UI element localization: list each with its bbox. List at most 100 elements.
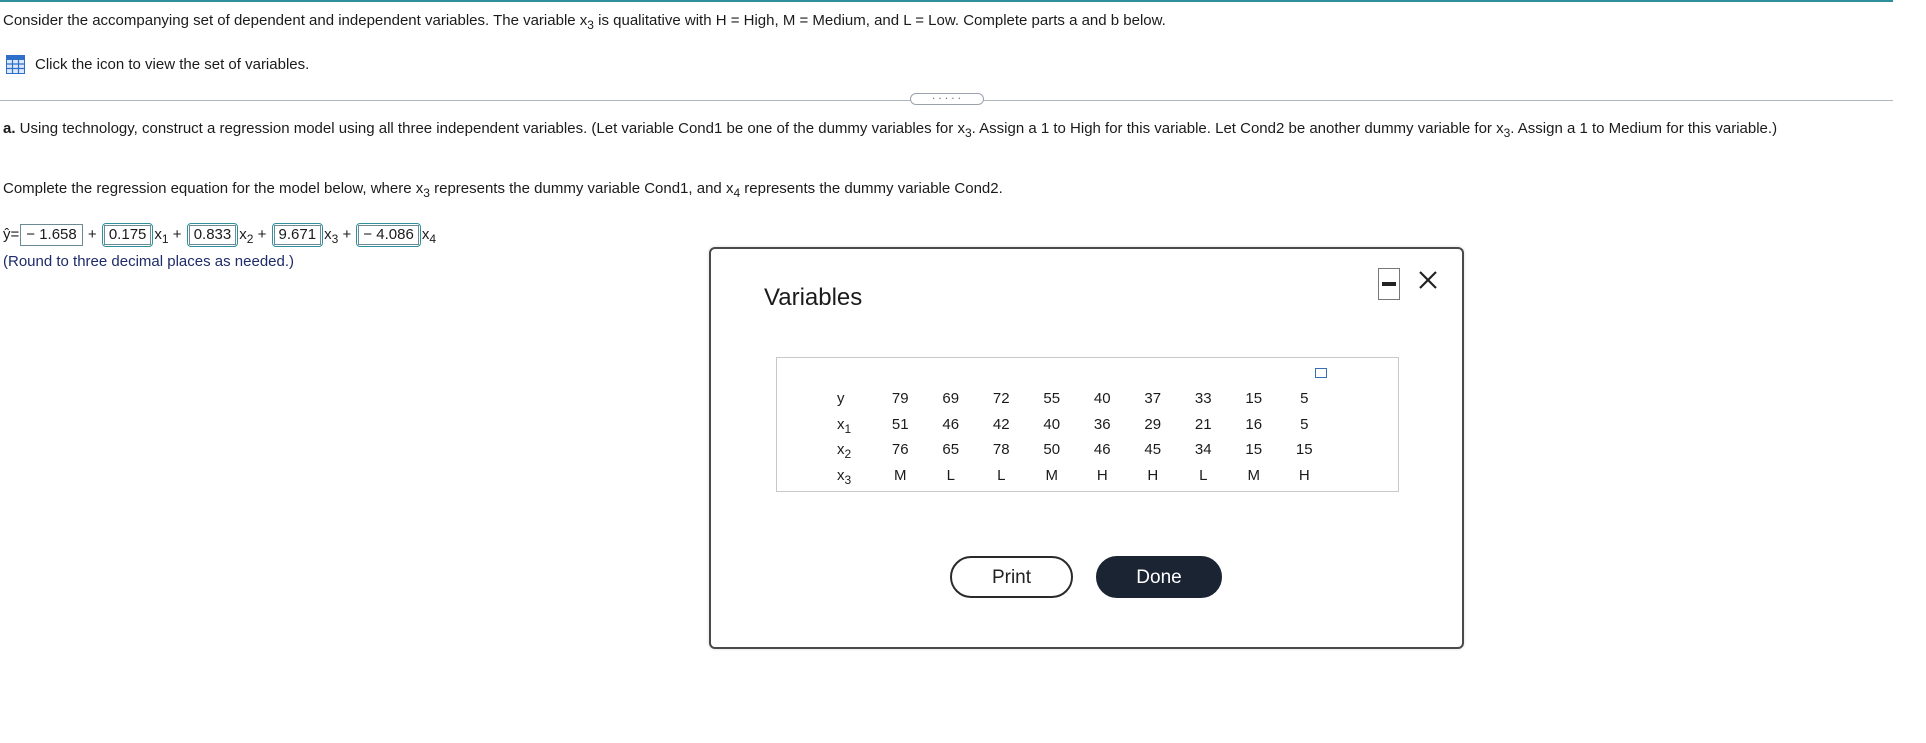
b4-answer-box[interactable]: − 4.086 [356, 223, 421, 247]
table-cell: 50 [1043, 441, 1061, 459]
table-cell: 36 [1093, 415, 1111, 433]
table-cell: 5 [1300, 390, 1309, 408]
table-cell: 69 [942, 390, 960, 408]
b4-value[interactable]: − 4.086 [358, 225, 419, 245]
row-label: y [825, 386, 875, 412]
variables-table-box: y 79 69 72 55 40 37 33 15 5 x1 51 46 42 40 36 29 21 16 5 x2 7… [776, 357, 1399, 492]
b2-answer-box[interactable]: 0.833 [186, 223, 239, 247]
instruction-part: represents the dummy variable Cond2. [740, 180, 1003, 197]
intro-text-part: is qualitative with H = High, M = Medium… [593, 12, 1166, 29]
close-icon[interactable] [1418, 263, 1438, 295]
dialog-title: Variables [764, 284, 863, 311]
plus-sign: + [87, 226, 97, 243]
x-var: x [154, 226, 162, 243]
table-cell: 46 [1093, 441, 1111, 459]
part-a-text-part: . Assign a 1 to High for this variable. … [971, 120, 1497, 137]
table-cell: 5 [1300, 415, 1309, 433]
instruction-text: Complete the regression equation for the… [3, 180, 1003, 200]
table-cell: H [1096, 466, 1108, 484]
row-label: x2 [825, 437, 875, 463]
intro-text: Consider the accompanying set of depende… [3, 12, 1166, 31]
table-cell: 33 [1194, 390, 1212, 408]
part-a-var: x [957, 120, 965, 137]
table-cell: 15 [1245, 441, 1263, 459]
row-label: x1 [825, 412, 875, 438]
part-a-text-part: . Assign a 1 to Medium for this variable… [1510, 120, 1778, 137]
table-cell: L [946, 466, 955, 484]
table-cell: 72 [992, 390, 1010, 408]
table-cell: M [1045, 466, 1059, 484]
row-label-var: x [837, 441, 845, 459]
intro-text-part: Consider the accompanying set of depende… [3, 12, 580, 29]
table-row: y 79 69 72 55 40 37 33 15 5 [825, 386, 1330, 412]
done-button[interactable]: Done [1096, 556, 1222, 598]
table-cell: 51 [891, 415, 909, 433]
table-cell: L [1199, 466, 1208, 484]
row-label-var: y [837, 390, 845, 408]
b1-answer-box[interactable]: 0.175 [101, 223, 154, 247]
instruction-part: represents the dummy variable Cond1, and [429, 180, 726, 197]
plus-sign: + [172, 226, 182, 243]
part-a-text-part: Using technology, construct a regression… [15, 120, 958, 137]
variables-table: y 79 69 72 55 40 37 33 15 5 x1 51 46 42 40 36 29 21 16 5 x2 7… [825, 386, 1330, 488]
table-row: x3 M L L M H H L M H [825, 463, 1330, 489]
instruction-part: Complete the regression equation for the… [3, 180, 416, 197]
table-cell: H [1298, 466, 1310, 484]
table-cell: 21 [1194, 415, 1212, 433]
table-cell: M [894, 466, 907, 484]
table-cell: 79 [891, 390, 909, 408]
x-var: x [324, 226, 332, 243]
copy-icon[interactable] [1315, 368, 1327, 378]
y-hat: ŷ [3, 226, 11, 243]
regression-equation: ŷ= − 1.658 + 0.175 x1 + 0.833 x2 + 9.671 x3 … [3, 223, 436, 247]
x-var: x [239, 226, 247, 243]
top-accent-line [0, 0, 1893, 2]
minimize-icon[interactable] [1378, 268, 1400, 300]
row-label-sub: 2 [844, 447, 852, 462]
view-variables-link[interactable]: Click the icon to view the set of variab… [6, 55, 309, 74]
rounding-note: (Round to three decimal places as needed… [3, 253, 295, 270]
table-grid-icon[interactable] [6, 55, 25, 74]
table-cell: 45 [1144, 441, 1162, 459]
instruction-var-sub: 3 [423, 186, 430, 200]
table-cell: 55 [1043, 390, 1061, 408]
part-a-var: x [1496, 120, 1504, 137]
part-a-text: a. Using technology, construct a regress… [3, 117, 1893, 141]
intercept-answer-box[interactable]: − 1.658 [20, 224, 83, 246]
table-cell: M [1247, 466, 1261, 484]
table-cell: 46 [942, 415, 960, 433]
table-cell: 34 [1194, 441, 1212, 459]
table-cell: 29 [1144, 415, 1162, 433]
x-sub: 3 [331, 232, 339, 246]
plus-sign: + [342, 226, 352, 243]
b2-value[interactable]: 0.833 [188, 225, 237, 245]
table-cell: H [1147, 466, 1159, 484]
b3-value[interactable]: 9.671 [273, 225, 322, 245]
table-row: x1 51 46 42 40 36 29 21 16 5 [825, 412, 1330, 438]
view-variables-label[interactable]: Click the icon to view the set of variab… [35, 56, 309, 73]
table-cell: 16 [1245, 415, 1263, 433]
table-cell: 15 [1295, 441, 1313, 459]
divider-grip[interactable]: ..... [910, 93, 984, 105]
row-label-sub: 1 [844, 421, 852, 436]
variables-dialog: Variables y 79 69 72 55 40 37 33 15 5 x1 51 46 42 40 36… [709, 247, 1464, 649]
equals-sign: = [10, 226, 20, 243]
print-button[interactable]: Print [950, 556, 1073, 598]
plus-sign: + [257, 226, 267, 243]
row-label-var: x [837, 415, 845, 433]
table-cell: 76 [891, 441, 909, 459]
row-label: x3 [825, 463, 875, 489]
table-cell: 78 [992, 441, 1010, 459]
table-cell: 42 [992, 415, 1010, 433]
table-cell: 65 [942, 441, 960, 459]
x-sub: 1 [161, 232, 169, 246]
b1-value[interactable]: 0.175 [103, 225, 152, 245]
x-sub: 4 [429, 232, 437, 246]
table-cell: 15 [1245, 390, 1263, 408]
x-sub: 2 [246, 232, 254, 246]
b3-answer-box[interactable]: 9.671 [271, 223, 324, 247]
table-cell: L [997, 466, 1006, 484]
table-row: x2 76 65 78 50 46 45 34 15 15 [825, 437, 1330, 463]
table-cell: 40 [1043, 415, 1061, 433]
table-cell: 37 [1144, 390, 1162, 408]
